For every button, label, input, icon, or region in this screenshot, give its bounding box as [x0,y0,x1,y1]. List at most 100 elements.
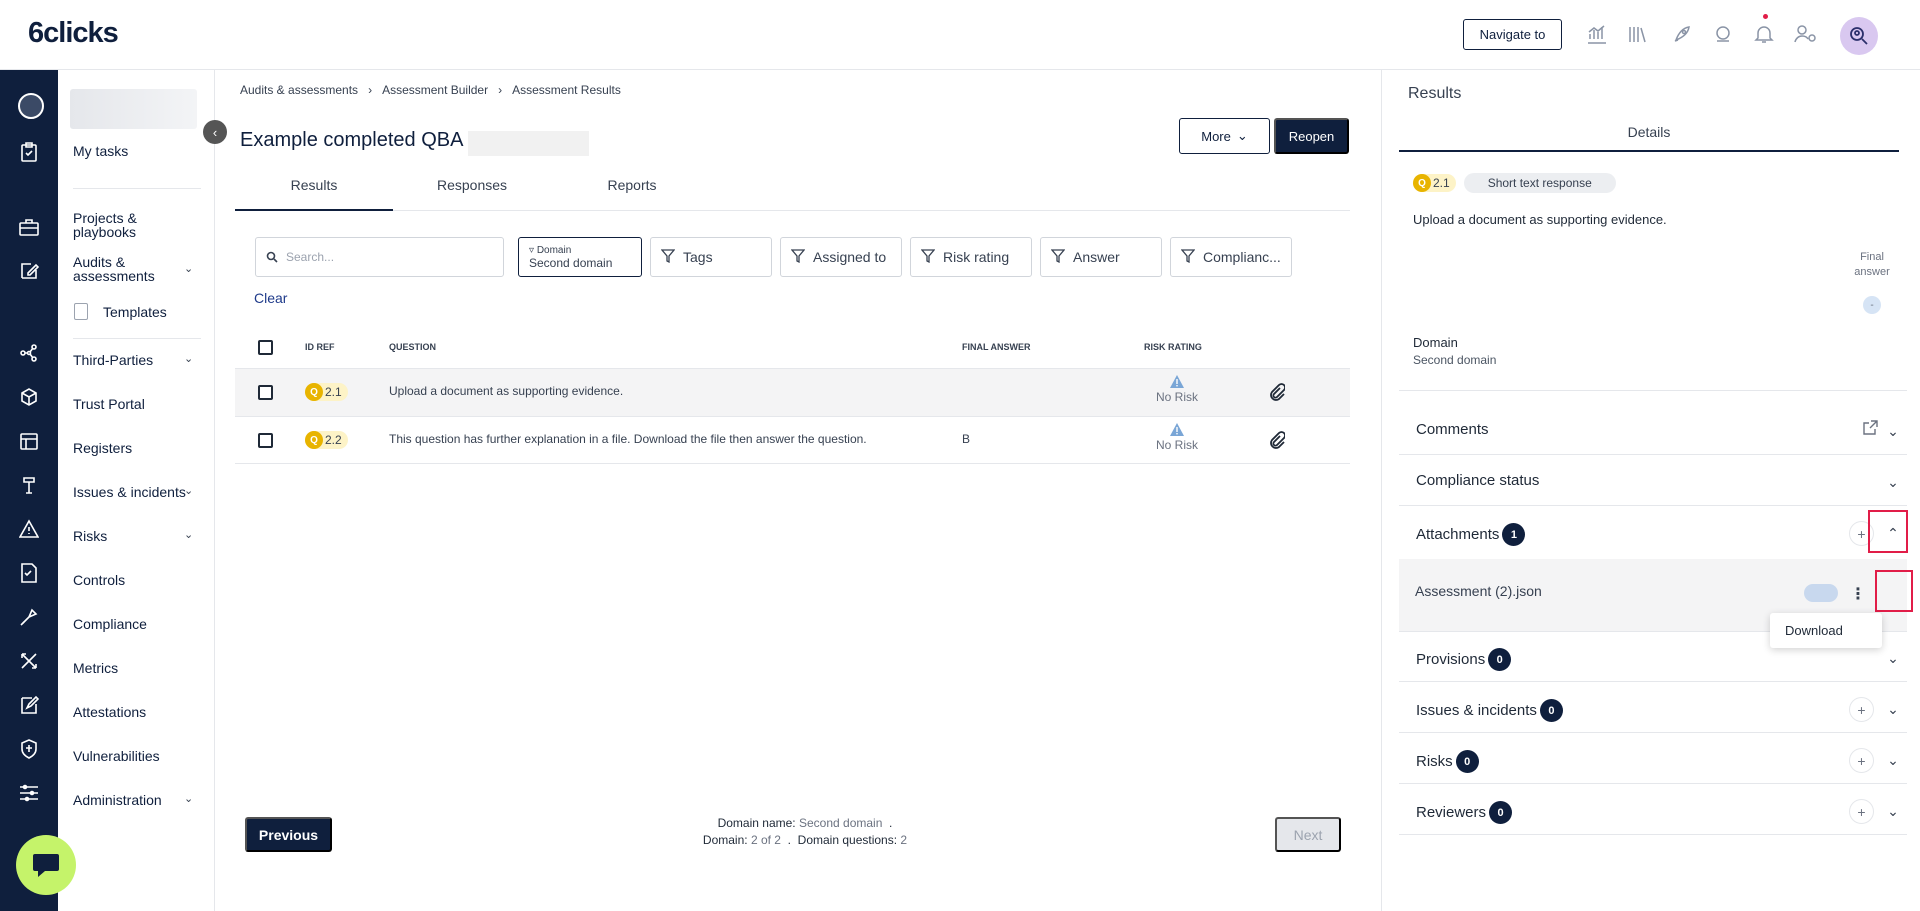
chevron-down-icon[interactable]: ⌄ [184,484,193,497]
sidebar-item-vulnerabilities[interactable]: Vulnerabilities [73,749,160,763]
tab-responses[interactable]: Responses [393,177,551,193]
chat-button[interactable] [16,835,76,895]
section-attachments[interactable]: Attachments 1 + ⌃ [1399,507,1907,557]
chevron-down-icon[interactable]: ⌄ [184,528,193,541]
controls-icon[interactable] [16,560,42,586]
tab-reports[interactable]: Reports [553,177,711,193]
issues-icon[interactable] [16,472,42,498]
section-issues-label: Issues & incidents 0 [1416,699,1563,722]
chevron-down-icon[interactable]: ⌄ [1883,699,1903,719]
clipboard-icon[interactable] [16,139,42,165]
registers-icon[interactable] [16,428,42,454]
attestations-icon[interactable] [16,692,42,718]
highlight-box [1875,570,1913,612]
briefcase-icon[interactable] [16,214,42,240]
filter-answer[interactable]: Answer [1040,237,1162,277]
external-link-icon[interactable] [1862,420,1878,439]
sidebar-item-controls[interactable]: Controls [73,573,125,587]
chevron-down-icon[interactable]: ⌄ [184,262,193,275]
attachment-dropdown-download[interactable]: Download [1770,613,1882,648]
sidebar-item-registers[interactable]: Registers [73,441,132,455]
chevron-down-icon[interactable]: ⌄ [1883,648,1903,668]
previous-button[interactable]: Previous [245,817,332,852]
reopen-button[interactable]: Reopen [1274,118,1349,154]
sidebar-item-issues-incidents[interactable]: Issues & incidents [73,485,186,499]
table-row[interactable]: Q 2.2 This question has further explanati… [235,416,1350,464]
add-reviewer-button[interactable]: + [1849,799,1874,824]
metrics-icon[interactable] [16,648,42,674]
edit-icon[interactable] [16,258,42,284]
select-all-checkbox[interactable] [258,340,273,355]
attachment-name[interactable]: Assessment (2).json [1415,583,1542,599]
app-logo[interactable]: 6clicks [28,17,119,50]
sidebar-item-attestations[interactable]: Attestations [73,705,146,719]
header-id-ref[interactable]: ID REF [305,342,335,352]
section-issues-incidents[interactable]: Issues & incidents 0 + ⌄ [1399,683,1907,733]
sidebar-item-trust-portal[interactable]: Trust Portal [73,397,145,411]
sidebar-item-my-tasks[interactable]: My tasks [73,144,128,158]
attachment-toggle[interactable] [1804,584,1838,602]
sidebar-item-templates[interactable]: Templates [103,305,167,319]
chevron-down-icon[interactable]: ⌄ [1883,421,1903,441]
chevron-down-icon[interactable]: ⌄ [184,792,193,805]
header-risk-rating[interactable]: RISK RATING [1144,342,1202,352]
library-icon[interactable] [1624,20,1652,48]
sidebar-item-compliance[interactable]: Compliance [73,617,147,631]
shield-icon[interactable] [16,736,42,762]
tab-results[interactable]: Results [235,177,393,211]
tab-details[interactable]: Details [1399,100,1899,152]
compliance-icon[interactable] [16,604,42,630]
portal-icon[interactable] [16,384,42,410]
sidebar-item-audits-assessments[interactable]: Audits & assessments [73,255,155,283]
navigate-to-button[interactable]: Navigate to [1463,19,1562,50]
section-compliance-status[interactable]: Compliance status ⌄ [1399,456,1907,506]
section-reviewers[interactable]: Reviewers 0 + ⌄ [1399,785,1907,835]
chevron-down-icon[interactable]: ⌄ [1883,801,1903,821]
chevron-down-icon[interactable]: ⌄ [1883,472,1903,492]
filter-risk-rating[interactable]: Risk rating [910,237,1032,277]
risks-title: Risks [1416,753,1453,770]
add-risk-button[interactable]: + [1849,748,1874,773]
more-options-icon[interactable]: ⋮ [1846,582,1870,606]
filter-domain[interactable]: ▿ Domain Second domain [518,237,642,277]
next-button[interactable]: Next [1275,817,1341,852]
analytics-icon[interactable] [1583,20,1611,48]
add-issue-button[interactable]: + [1849,697,1874,722]
filter-compliance[interactable]: Complianc... [1170,237,1292,277]
network-icon[interactable] [16,340,42,366]
user-avatar[interactable] [1840,17,1878,55]
header-question[interactable]: QUESTION [389,342,436,352]
section-comments[interactable]: Comments ⌄ [1399,405,1907,455]
rocket-icon[interactable] [1668,20,1696,48]
sidebar-item-projects-playbooks[interactable]: Projects & playbooks [73,211,137,239]
support-icon[interactable] [1709,20,1737,48]
domain-name-label: Domain name: [717,816,796,830]
sidebar-item-third-parties[interactable]: Third-Parties [73,353,153,367]
clear-filters-link[interactable]: Clear [254,290,287,306]
breadcrumb-item[interactable]: Audits & assessments [240,83,358,97]
warning-icon[interactable] [16,516,42,542]
header-final-answer[interactable]: FINAL ANSWER [962,342,1031,352]
table-row[interactable]: Q 2.1 Upload a document as supporting evi… [235,368,1350,416]
users-settings-icon[interactable] [1792,20,1820,48]
sidebar-item-administration[interactable]: Administration [73,793,162,807]
chevron-down-icon[interactable]: ⌄ [1883,750,1903,770]
paperclip-icon[interactable] [1269,383,1286,404]
row-checkbox[interactable] [258,433,273,448]
bell-icon[interactable] [1750,20,1778,48]
admin-sliders-icon[interactable] [16,780,42,806]
row-checkbox[interactable] [258,385,273,400]
chevron-down-icon[interactable]: ⌄ [184,352,193,365]
section-risks[interactable]: Risks 0 + ⌄ [1399,734,1907,784]
filter-assigned-to[interactable]: Assigned to [780,237,902,277]
paperclip-icon[interactable] [1269,431,1286,452]
org-icon[interactable] [18,93,44,119]
search-input[interactable]: Search... [255,237,504,277]
collapse-sidebar-button[interactable]: ‹ [203,120,227,144]
sidebar-item-risks[interactable]: Risks [73,529,107,543]
breadcrumb-item[interactable]: Assessment Builder [382,83,488,97]
more-button[interactable]: More ⌄ [1179,118,1270,154]
sidebar-item-metrics[interactable]: Metrics [73,661,118,675]
question-badge: Q 2.1 [305,383,348,401]
filter-tags[interactable]: Tags [650,237,772,277]
